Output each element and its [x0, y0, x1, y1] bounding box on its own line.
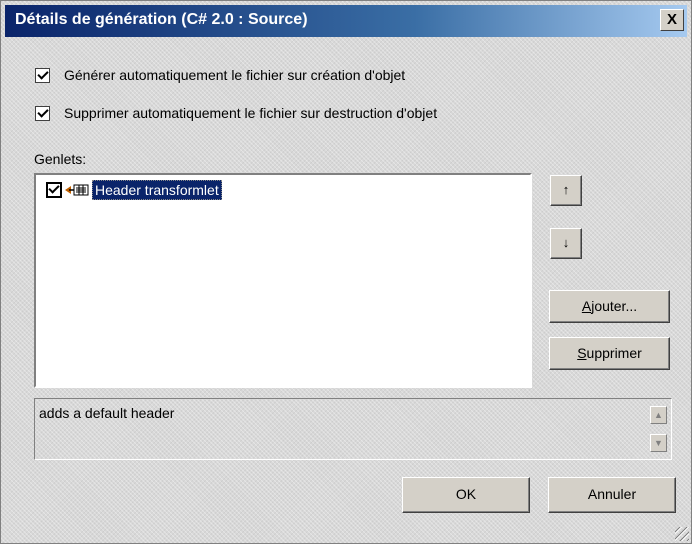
- genlet-checkbox[interactable]: [46, 182, 62, 198]
- scroll-down-arrow-icon[interactable]: ▼: [650, 434, 667, 452]
- close-button[interactable]: X: [660, 9, 684, 31]
- generation-details-dialog: Détails de génération (C# 2.0 : Source) …: [0, 0, 692, 544]
- add-label-rest: jouter...: [591, 298, 638, 314]
- description-text: adds a default header: [39, 405, 175, 421]
- auto-generate-checkbox[interactable]: [35, 67, 50, 83]
- cancel-button[interactable]: Annuler: [548, 477, 676, 513]
- genlet-item-label: Header transformlet: [92, 180, 222, 200]
- auto-delete-option[interactable]: Supprimer automatiquement le fichier sur…: [35, 103, 437, 123]
- move-up-button[interactable]: ↑: [550, 175, 582, 206]
- auto-generate-label: Générer automatiquement le fichier sur c…: [64, 67, 406, 83]
- auto-generate-option[interactable]: Générer automatiquement le fichier sur c…: [35, 65, 405, 85]
- remove-label-rest: upprimer: [586, 345, 642, 361]
- move-down-button[interactable]: ↓: [550, 228, 582, 259]
- scroll-up-arrow-icon[interactable]: ▲: [650, 406, 667, 424]
- resize-grip-icon[interactable]: [675, 527, 689, 541]
- genlets-label: Genlets:: [34, 151, 87, 167]
- transformlet-icon: [65, 184, 89, 196]
- list-item[interactable]: Header transformlet: [46, 180, 222, 200]
- ok-button[interactable]: OK: [402, 477, 530, 513]
- title-bar[interactable]: Détails de génération (C# 2.0 : Source) …: [5, 5, 687, 37]
- description-box[interactable]: adds a default header ▲ ▼: [34, 398, 672, 460]
- auto-delete-label: Supprimer automatiquement le fichier sur…: [64, 105, 438, 121]
- genlets-list[interactable]: Header transformlet: [34, 173, 532, 388]
- remove-button[interactable]: Supprimer: [549, 337, 670, 370]
- window-title: Détails de génération (C# 2.0 : Source): [15, 11, 308, 28]
- auto-delete-checkbox[interactable]: [35, 105, 50, 121]
- remove-mnemonic: S: [577, 345, 587, 361]
- add-mnemonic: A: [581, 298, 592, 314]
- add-button[interactable]: Ajouter...: [549, 290, 670, 323]
